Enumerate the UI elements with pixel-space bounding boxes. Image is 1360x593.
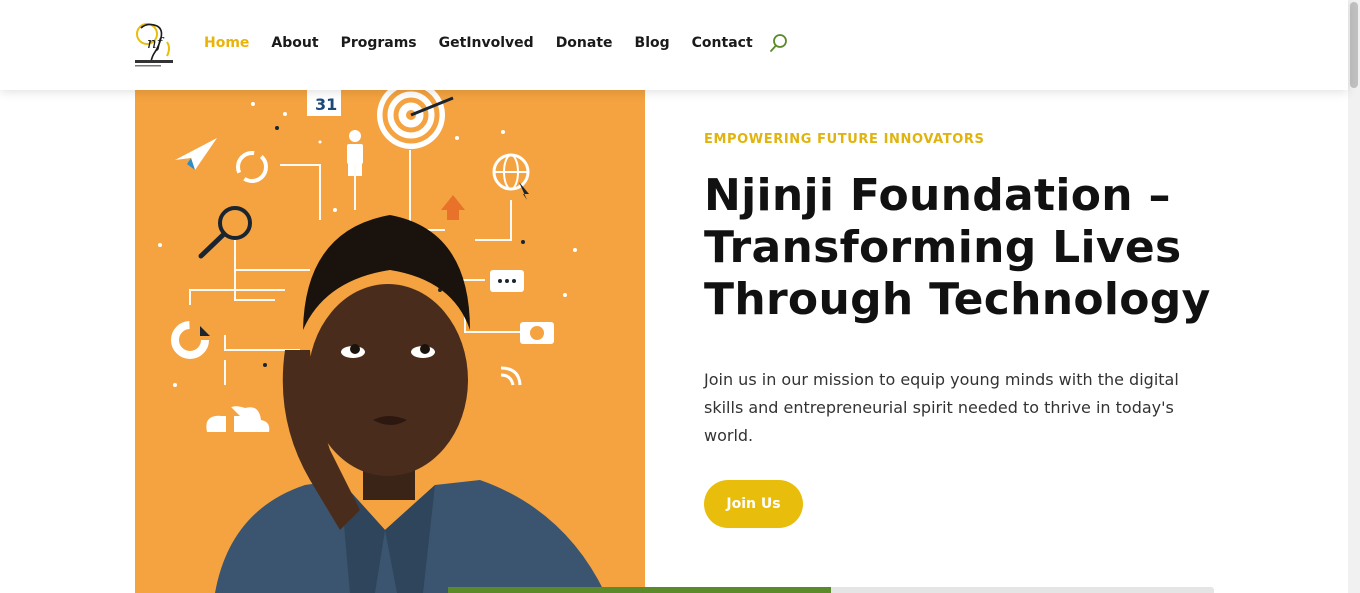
nav-home[interactable]: Home xyxy=(204,35,249,51)
nav-contact[interactable]: Contact xyxy=(692,35,753,51)
site-header: nf Home About Programs GetInvolved Donat… xyxy=(0,0,1348,90)
nav-get-involved[interactable]: GetInvolved xyxy=(439,35,534,51)
scrollbar-thumb[interactable] xyxy=(1350,2,1358,88)
logo[interactable]: nf xyxy=(133,18,177,70)
nav-blog[interactable]: Blog xyxy=(635,35,670,51)
search-icon[interactable] xyxy=(769,33,789,53)
join-us-button[interactable]: Join Us xyxy=(704,480,803,528)
calendar-icon: 31 xyxy=(315,95,337,114)
hero-eyebrow: EMPOWERING FUTURE INNOVATORS xyxy=(704,132,985,147)
slider-progress-fill xyxy=(448,587,831,593)
page-scrollbar[interactable] xyxy=(1348,0,1360,593)
svg-text:nf: nf xyxy=(147,34,165,52)
slider-progress xyxy=(448,587,1214,593)
hero-description: Join us in our mission to equip young mi… xyxy=(704,370,1179,445)
nav-about[interactable]: About xyxy=(271,35,318,51)
hero-image: 31 xyxy=(135,90,645,593)
hero-title: Njinji Foundation – Transforming Lives T… xyxy=(704,170,1211,325)
main-nav: Home About Programs GetInvolved Donate B… xyxy=(204,33,789,53)
nav-donate[interactable]: Donate xyxy=(556,35,613,51)
nav-programs[interactable]: Programs xyxy=(341,35,417,51)
